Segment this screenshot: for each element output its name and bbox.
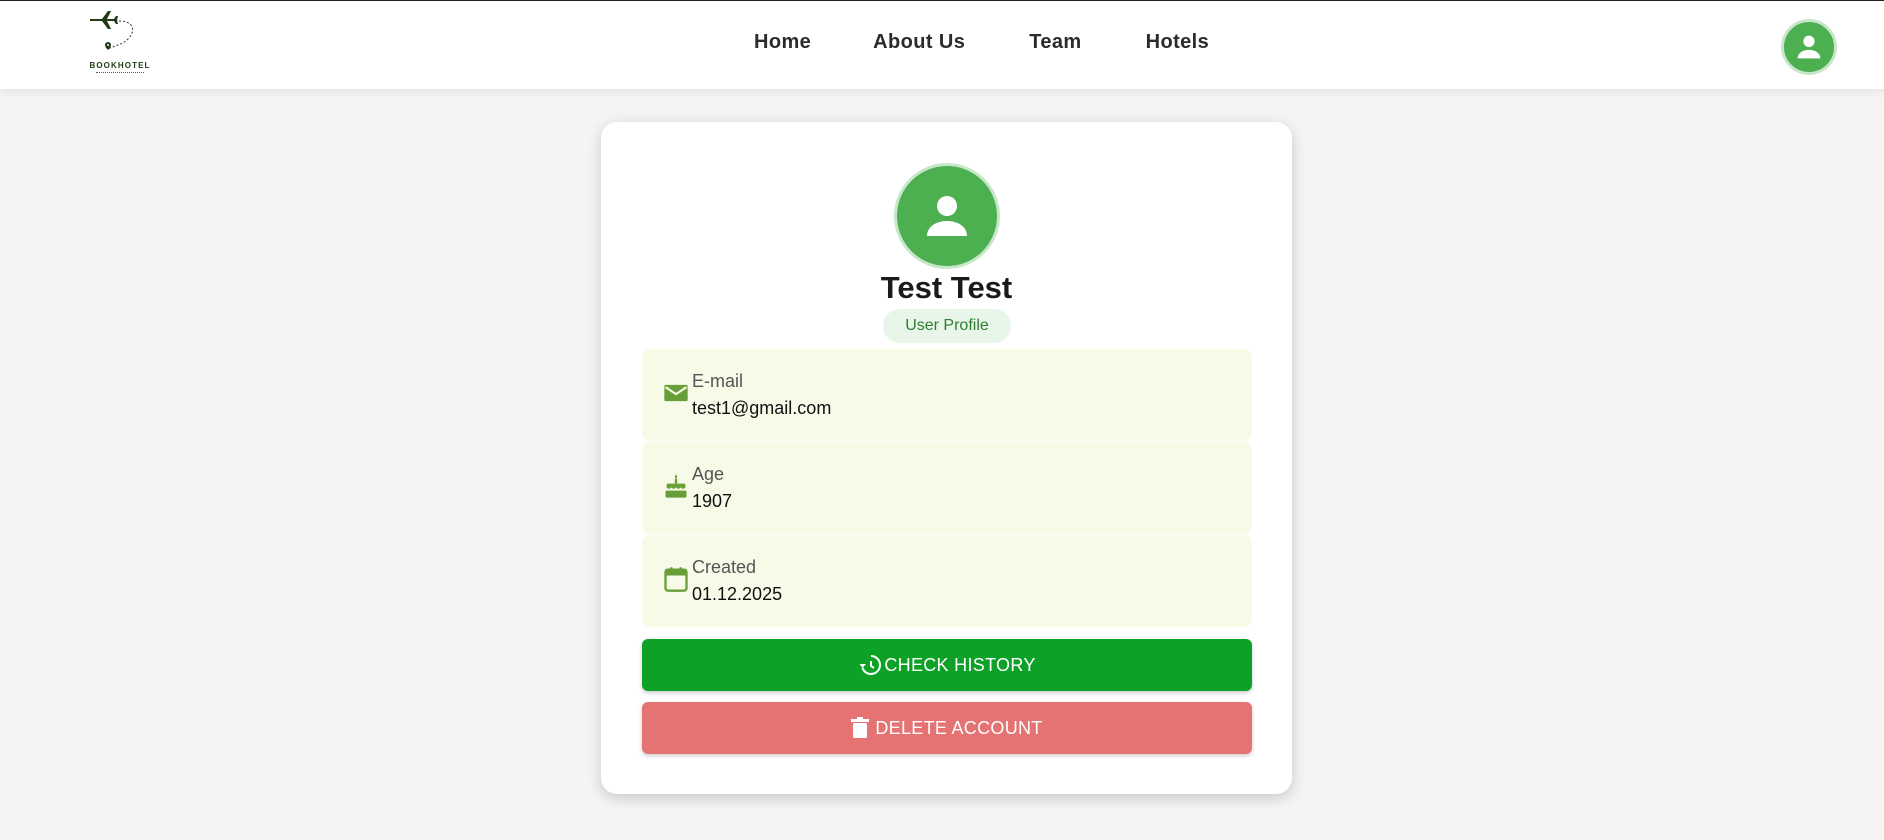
calendar-icon bbox=[664, 567, 688, 592]
account-menu-button[interactable] bbox=[1781, 19, 1837, 75]
top-navigation-bar: BOOKHOTEL Home About Us Team Hotels bbox=[0, 0, 1884, 89]
role-chip: User Profile bbox=[883, 309, 1011, 343]
email-value: test1@gmail.com bbox=[692, 398, 832, 418]
profile-avatar bbox=[894, 163, 1000, 269]
airplane-route-icon bbox=[90, 11, 134, 50]
cake-icon bbox=[665, 474, 687, 498]
created-label: Created bbox=[692, 557, 757, 577]
history-icon bbox=[859, 655, 882, 675]
profile-card: Test Test User Profile E-mail test1@gmai… bbox=[601, 122, 1292, 794]
age-value: 1907 bbox=[692, 491, 733, 511]
nav-item-home[interactable]: Home bbox=[754, 31, 811, 54]
created-value: 01.12.2025 bbox=[692, 584, 783, 604]
nav-item-team[interactable]: Team bbox=[1029, 31, 1081, 54]
email-info-row: E-mail test1@gmail.com bbox=[642, 349, 1252, 441]
email-icon bbox=[664, 384, 688, 402]
delete-account-button[interactable]: DELETE ACCOUNT bbox=[642, 702, 1252, 754]
trash-icon bbox=[851, 717, 870, 738]
brand-tagline-line bbox=[96, 72, 144, 75]
profile-name: Test Test bbox=[880, 270, 1013, 305]
main-navigation: Home About Us Team Hotels bbox=[754, 31, 1209, 54]
brand-name: BOOKHOTEL bbox=[89, 61, 151, 70]
created-info-row: Created 01.12.2025 bbox=[642, 535, 1252, 627]
check-history-button[interactable]: CHECK HISTORY bbox=[642, 639, 1252, 691]
email-label: E-mail bbox=[692, 371, 744, 391]
check-history-label: CHECK HISTORY bbox=[884, 654, 1036, 675]
delete-account-label: DELETE ACCOUNT bbox=[875, 717, 1043, 738]
age-label: Age bbox=[692, 464, 725, 484]
person-icon bbox=[927, 196, 967, 236]
brand-logo[interactable]: BOOKHOTEL bbox=[86, 5, 154, 81]
age-info-row: Age 1907 bbox=[642, 442, 1252, 534]
nav-item-about-us[interactable]: About Us bbox=[873, 31, 965, 54]
nav-item-hotels[interactable]: Hotels bbox=[1146, 31, 1210, 54]
account-icon bbox=[1797, 35, 1821, 59]
